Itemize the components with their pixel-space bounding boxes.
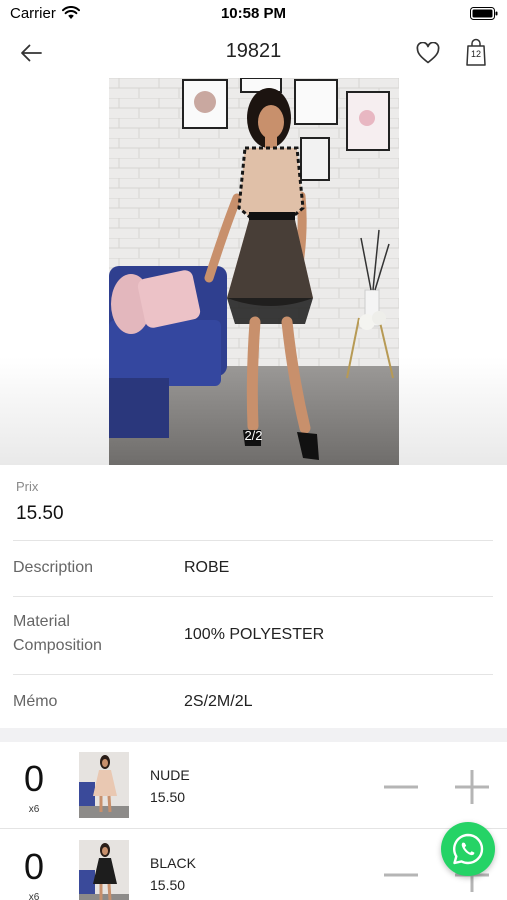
memo-value: 2S/2M/2L — [184, 693, 253, 710]
back-button[interactable] — [16, 38, 46, 68]
memo-label: Mémo — [13, 693, 58, 710]
pack-size-label: x6 — [28, 892, 40, 900]
cart-button[interactable]: 12 — [461, 37, 491, 69]
increase-quantity-button[interactable] — [453, 768, 491, 806]
battery-icon — [470, 7, 498, 20]
quantity-value: 0 — [23, 846, 45, 887]
divider — [0, 828, 507, 829]
material-composition-value: 100% POLYESTER — [184, 626, 325, 643]
minus-icon — [384, 873, 418, 877]
product-photo[interactable] — [109, 78, 399, 465]
description-label: Description — [13, 559, 94, 576]
quantity-value: 0 — [23, 758, 45, 799]
divider — [13, 540, 493, 541]
variant-row: 0 x6 NUDE 15.50 — [0, 742, 507, 830]
image-counter: 2/2 — [244, 428, 263, 443]
favorite-button[interactable] — [413, 38, 443, 68]
price-value: 15.50 — [16, 503, 64, 524]
whatsapp-icon — [453, 833, 484, 865]
pack-size-label: x6 — [28, 804, 40, 815]
variant-color-label: BLACK — [150, 855, 196, 871]
minus-icon — [384, 785, 418, 789]
variant-thumbnail[interactable] — [79, 752, 129, 818]
decrease-quantity-button[interactable] — [382, 858, 420, 892]
variant-color-label: NUDE — [150, 767, 190, 783]
divider — [13, 596, 493, 597]
whatsapp-button[interactable] — [441, 822, 495, 876]
variant-row: 0 x6 BLACK 15.50 — [0, 830, 507, 900]
decrease-quantity-button[interactable] — [382, 770, 420, 804]
section-separator — [0, 728, 507, 742]
description-value: ROBE — [184, 559, 230, 576]
product-gallery[interactable]: 2/2 — [0, 78, 507, 465]
variant-price: 15.50 — [150, 789, 186, 805]
nav-bar: 19821 12 — [0, 30, 507, 76]
plus-icon — [455, 770, 489, 804]
photo-illustration — [109, 78, 399, 465]
arrow-left-icon — [21, 44, 42, 62]
variant-thumbnail[interactable] — [79, 840, 129, 900]
heart-icon — [416, 42, 440, 64]
material-composition-label: Material Composition — [13, 613, 102, 654]
cart-count-badge: 12 — [470, 49, 481, 59]
variant-price: 15.50 — [150, 877, 186, 893]
divider — [13, 674, 493, 675]
price-label: Prix — [16, 479, 39, 494]
status-bar: Carrier 10:58 PM — [0, 0, 507, 28]
status-time: 10:58 PM — [220, 5, 287, 22]
